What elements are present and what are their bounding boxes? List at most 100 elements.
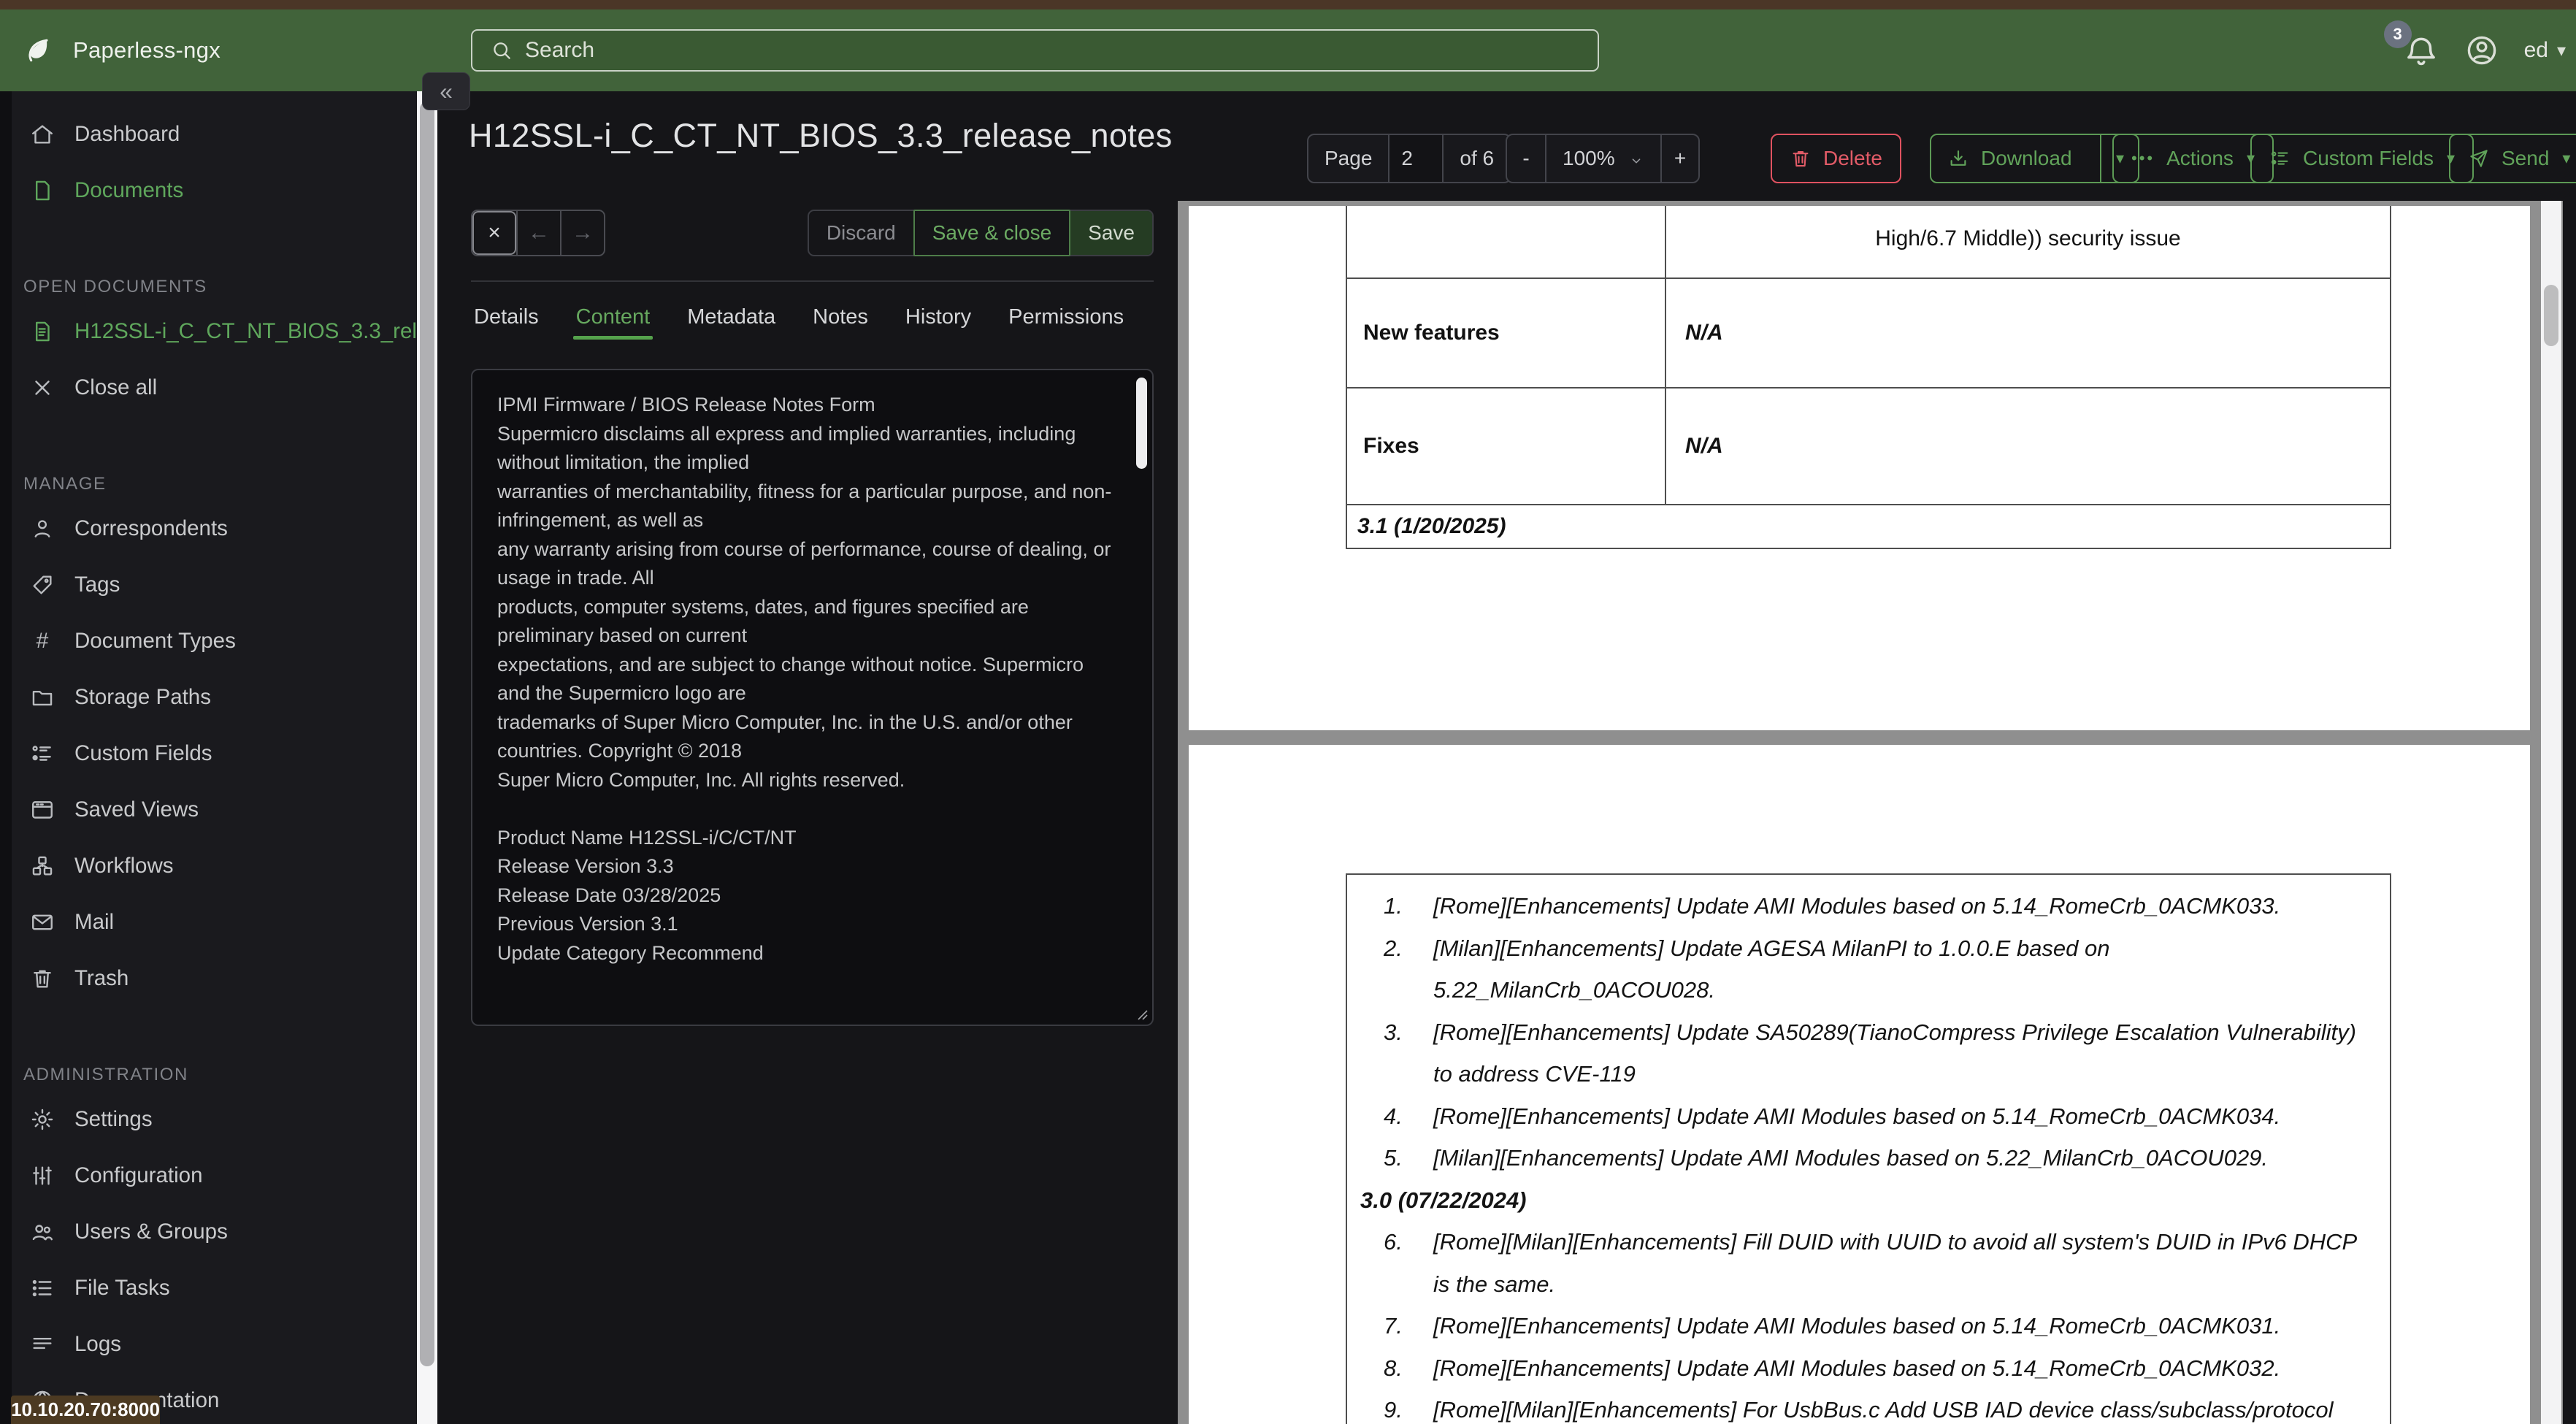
pdf-preview: High/6.7 Middle)) security issue New fea… (1178, 201, 2563, 1424)
page-count-label: of 6 (1442, 135, 1510, 182)
home-icon (29, 121, 55, 148)
tab[interactable]: Metadata (686, 305, 777, 329)
sidebar-item[interactable]: H12SSL-i_C_CT_NT_BIOS_3.3_rel... (12, 303, 416, 359)
sidebar-item[interactable]: Custom Fields (12, 725, 416, 781)
chevron-down-icon (1628, 150, 1644, 166)
sidebar-item-label: Dashboard (74, 121, 180, 146)
release-note-item: 2. [Milan][Enhancements] Update AGESA Mi… (1384, 935, 2110, 1003)
sidebar-item-label: Tags (74, 572, 120, 597)
page-navigation: Page of 6 (1307, 134, 1512, 183)
sliders-icon (29, 1163, 55, 1189)
brand[interactable]: Paperless-ngx (22, 34, 221, 66)
close-document-button[interactable]: × (472, 211, 516, 255)
user-avatar-icon[interactable] (2464, 33, 2499, 68)
tab[interactable]: Content (572, 305, 653, 340)
table-cell: High/6.7 Middle)) security issue (1875, 226, 2181, 250)
boxes-icon (29, 853, 55, 879)
sidebar-item[interactable]: File Tasks (12, 1260, 416, 1316)
user-menu[interactable]: ed ▾ (2524, 38, 2566, 63)
sidebar-item[interactable]: Close all (12, 359, 416, 416)
zoom-in-button[interactable]: + (1660, 135, 1698, 182)
change-list-box: 1. [Rome][Enhancements] Update AMI Modul… (1346, 873, 2391, 1424)
pdf-scrollbar-thumb[interactable] (2544, 285, 2558, 346)
sidebar-item[interactable]: Mail (12, 894, 416, 950)
sidebar-section-header: MANAGE (23, 474, 107, 494)
sidebar-item-label: Configuration (74, 1163, 203, 1187)
sidebar-item[interactable]: Configuration (12, 1147, 416, 1203)
delete-button[interactable]: Delete (1771, 134, 1901, 183)
sidebar-item-label: Workflows (74, 853, 174, 878)
sidebar-item[interactable]: Documents (12, 162, 416, 218)
table-row: High/6.7 Middle)) security issue (1347, 206, 2390, 279)
zoom-level-select[interactable]: 100% (1545, 135, 1660, 182)
brand-name: Paperless-ngx (73, 37, 221, 63)
person-icon (29, 516, 55, 542)
table-row: Fixes N/A (1347, 388, 2390, 505)
sidebar-item-label: Correspondents (74, 516, 228, 540)
sidebar-item[interactable]: Correspondents (12, 500, 416, 556)
notifications-button[interactable]: 3 (2383, 20, 2439, 70)
tab[interactable]: History (904, 305, 973, 329)
next-document-button[interactable]: → (560, 211, 604, 255)
ellipsis-icon: ••• (2131, 149, 2155, 167)
download-button[interactable]: Download (1931, 135, 2088, 182)
ui-list-icon (29, 740, 55, 767)
release-note-item: 8. [Rome][Enhancements] Update AMI Modul… (1384, 1355, 2281, 1381)
release-note-item: 5. [Milan][Enhancements] Update AMI Modu… (1384, 1145, 2269, 1171)
global-search[interactable] (471, 29, 1599, 72)
sidebar-item-label: Mail (74, 909, 115, 934)
save-button[interactable]: Save (1070, 211, 1152, 255)
sidebar-item[interactable]: Logs (12, 1316, 416, 1372)
sidebar-scrollbar-thumb[interactable] (420, 102, 434, 1366)
pdf-page-2: 1. [Rome][Enhancements] Update AMI Modul… (1189, 745, 2530, 1424)
sidebar-item[interactable]: Settings (12, 1091, 416, 1147)
custom-fields-button[interactable]: Custom Fields ▾ (2250, 134, 2474, 183)
release-note-item: 9. [Rome][Milan][Enhancements] For UsbBu… (1384, 1397, 2334, 1423)
sidebar-item[interactable]: Tags (12, 556, 416, 613)
sidebar-item[interactable]: Storage Paths (12, 669, 416, 725)
previous-document-button[interactable]: ← (516, 211, 560, 255)
close-icon (29, 375, 55, 401)
release-note-item: 7. [Rome][Enhancements] Update AMI Modul… (1384, 1313, 2281, 1339)
sidebar-item[interactable]: Users & Groups (12, 1203, 416, 1260)
sidebar-scrollbar[interactable] (417, 91, 437, 1424)
document-tabs: Details Content Metadata Notes History P… (472, 294, 1125, 340)
release-note-item: 6. [Rome][Milan][Enhancements] Fill DUID… (1384, 1229, 2357, 1297)
hash-icon: # (36, 628, 49, 653)
page-number-input[interactable] (1388, 135, 1443, 182)
sidebar-item-label: Close all (74, 375, 158, 399)
collapse-sidebar-button[interactable]: « (422, 72, 470, 110)
logs-icon (29, 1331, 55, 1358)
chevron-down-icon: ▾ (2556, 40, 2566, 61)
discard-button[interactable]: Discard (809, 211, 913, 255)
release-note-item: 3.0 (07/22/2024) (1360, 1187, 1527, 1213)
download-split-button: Download ▾ (1930, 134, 2139, 183)
sidebar-item[interactable]: Trash (12, 950, 416, 1006)
sidebar-item-label: Logs (74, 1331, 121, 1356)
topbar: Paperless-ngx 3 ed ▾ (0, 9, 2576, 91)
content-textarea[interactable]: IPMI Firmware / BIOS Release Notes Form … (471, 369, 1154, 1026)
resize-handle-icon[interactable] (1132, 1005, 1150, 1022)
sidebar-item-label: Settings (74, 1106, 153, 1131)
zoom-out-button[interactable]: - (1507, 135, 1545, 182)
table-cell: New features (1347, 279, 1666, 387)
tab[interactable]: Details (472, 305, 540, 329)
pdf-scrollbar[interactable] (2541, 201, 2561, 1424)
sidebar-item[interactable]: Saved Views (12, 781, 416, 838)
save-and-close-button[interactable]: Save & close (913, 210, 1071, 256)
content-scrollbar-thumb[interactable] (1136, 378, 1147, 469)
actions-button[interactable]: ••• Actions ▾ (2112, 134, 2274, 183)
folder-icon (29, 684, 55, 711)
search-input[interactable] (525, 38, 1547, 63)
search-icon (490, 39, 513, 62)
sidebar-item[interactable]: # Document Types (12, 613, 416, 669)
custom-fields-icon (2269, 148, 2291, 169)
tab[interactable]: Notes (811, 305, 870, 329)
zoom-level-value: 100% (1563, 147, 1615, 169)
send-button[interactable]: Send ▾ (2449, 134, 2576, 183)
sidebar-item[interactable]: Dashboard (12, 106, 416, 162)
tab[interactable]: Permissions (1007, 305, 1125, 329)
username: ed (2523, 38, 2548, 62)
sidebar-item[interactable]: Workflows (12, 838, 416, 894)
notification-badge: 3 (2383, 20, 2412, 48)
